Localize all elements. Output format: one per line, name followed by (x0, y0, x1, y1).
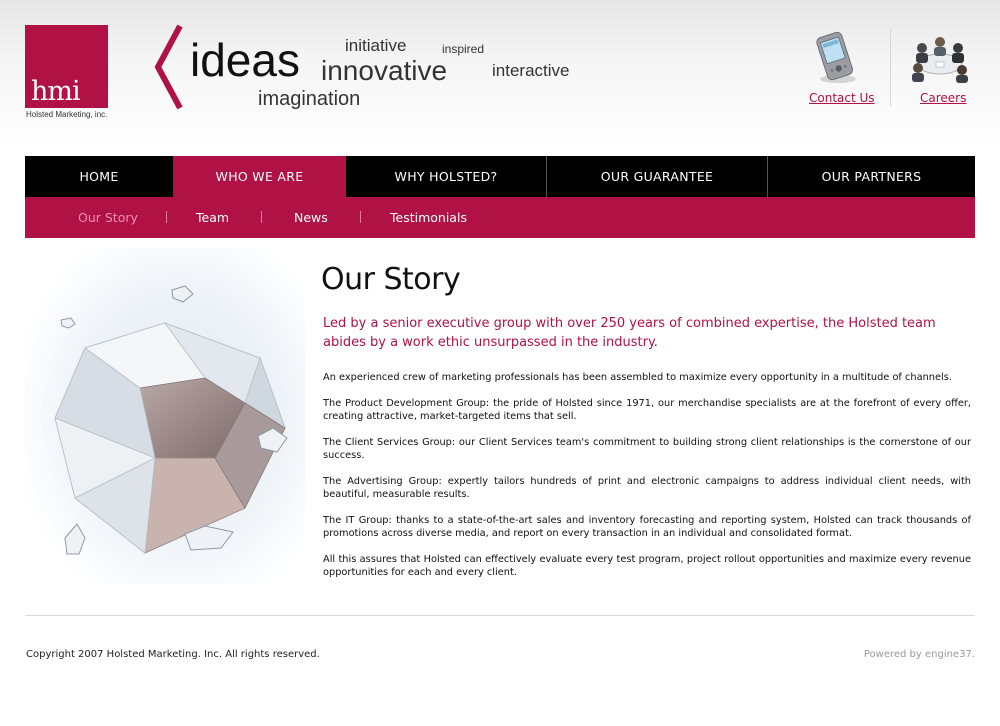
nav-our-guarantee[interactable]: OUR GUARANTEE (546, 156, 767, 197)
nav-who-we-are[interactable]: WHO WE ARE (173, 156, 346, 197)
story-paragraph: An experienced crew of marketing profess… (323, 372, 952, 383)
nav-why-holsted[interactable]: WHY HOLSTED? (346, 156, 546, 197)
page-title: Our Story (321, 262, 461, 297)
subnav-our-story[interactable]: Our Story (78, 197, 138, 238)
subnav-team[interactable]: Team (196, 197, 229, 238)
careers-link[interactable]: Careers (920, 91, 966, 105)
header-divider (890, 28, 891, 106)
subnav-news[interactable]: News (294, 197, 328, 238)
story-body: An experienced crew of marketing profess… (323, 371, 971, 592)
diamond-image (25, 248, 305, 584)
copyright-text: Copyright 2007 Holsted Marketing. Inc. A… (26, 649, 320, 660)
nav-home[interactable]: HOME (25, 156, 173, 197)
tagline-innovative: innovative (321, 55, 448, 86)
lead-paragraph: Led by a senior executive group with ove… (323, 316, 936, 350)
story-paragraph: The IT Group: thanks to a state-of-the-a… (323, 515, 971, 539)
footer-divider (25, 615, 975, 616)
pda-icon[interactable] (810, 30, 860, 84)
tagline-interactive: interactive (492, 61, 570, 80)
subnav-separator (360, 211, 361, 223)
diamond-illustration (25, 248, 305, 584)
bracket-graphic (154, 24, 183, 110)
story-paragraph: The Advertising Group: expertly tailors … (323, 476, 971, 500)
tagline-inspired: inspired (442, 42, 485, 56)
main-nav: HOME WHO WE ARE WHY HOLSTED? OUR GUARANT… (25, 156, 975, 197)
subnav-separator (166, 211, 167, 223)
story-paragraph: The Product Development Group: the pride… (323, 398, 971, 422)
nav-our-partners[interactable]: OUR PARTNERS (767, 156, 975, 197)
story-paragraph: All this assures that Holsted can effect… (323, 554, 971, 578)
powered-by-link[interactable]: Powered by engine37. (864, 649, 975, 660)
sub-nav: Our Story Team News Testimonials (25, 197, 975, 238)
story-paragraph: The Client Services Group: our Client Se… (323, 437, 971, 461)
company-name: Holsted Marketing, inc. (26, 110, 108, 119)
subnav-separator (261, 211, 262, 223)
tagline-imagination: imagination (258, 88, 361, 110)
meeting-people-icon[interactable] (908, 32, 972, 84)
hmi-logo[interactable]: hmi (25, 25, 108, 108)
logo-text: hmi (31, 76, 81, 107)
tagline-initiative: initiative (345, 36, 407, 55)
subnav-testimonials[interactable]: Testimonials (390, 197, 467, 238)
contact-us-link[interactable]: Contact Us (809, 91, 875, 105)
tagline-ideas: ideas (190, 34, 300, 86)
